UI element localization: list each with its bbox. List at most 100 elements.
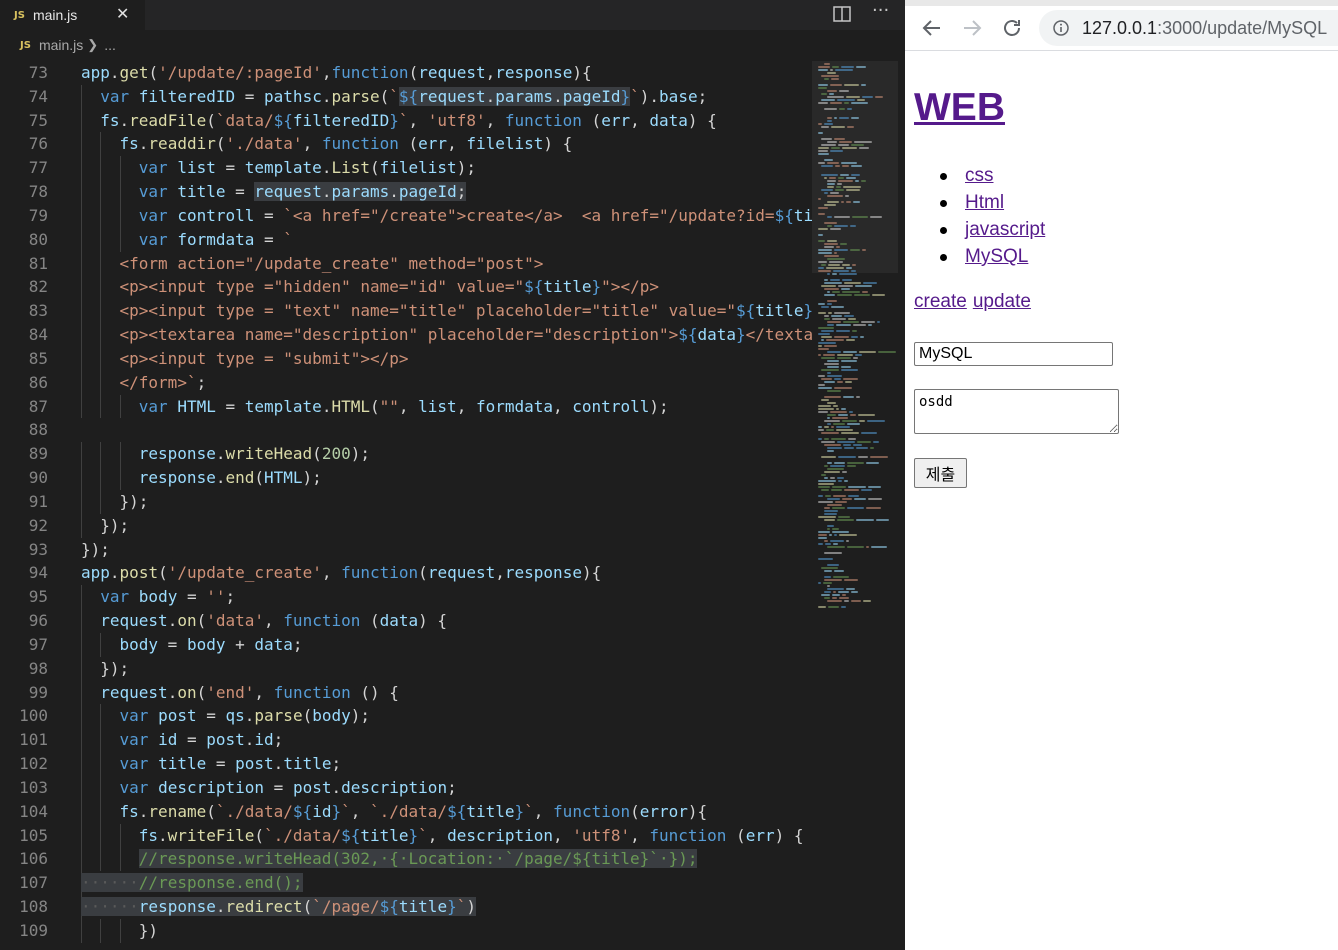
minimap-line	[842, 471, 847, 473]
topic-link-javascript[interactable]: javascript	[965, 219, 1045, 240]
line-number: 100	[19, 706, 48, 726]
line-number: 103	[19, 777, 48, 797]
indent-guide	[81, 728, 82, 753]
more-actions-icon[interactable]: ···	[872, 0, 889, 21]
breadcrumb-file[interactable]: main.js	[39, 37, 83, 53]
code-line[interactable]: 95 var body = '';	[0, 585, 812, 610]
indent-guide	[81, 275, 82, 300]
code-area[interactable]: 73 app.get('/update/:pageId',function(req…	[0, 61, 812, 950]
code-line[interactable]: 81 <form action="/update_create" method="…	[0, 251, 812, 276]
minimap-line	[824, 591, 831, 593]
code-line[interactable]: 101 var id = post.id;	[0, 728, 812, 753]
minimap-line	[836, 324, 851, 326]
indent-guide	[100, 775, 102, 800]
description-textarea[interactable]: osdd	[914, 389, 1119, 434]
submit-button[interactable]: 제출	[914, 458, 967, 488]
indent-guide	[100, 489, 102, 514]
code-line[interactable]: 90 response.end(HTML);	[0, 466, 812, 490]
title-input[interactable]	[914, 342, 1113, 366]
code-line[interactable]: 96 request.on('data', function (data) {	[0, 609, 812, 633]
code-line[interactable]: 85 <p><input type = "submit"></p>	[0, 346, 812, 371]
code-line[interactable]: 87 var HTML = template.HTML("", list, for…	[0, 394, 812, 419]
indent-guide	[119, 442, 121, 467]
code-line[interactable]: 98});	[0, 656, 812, 681]
code-line[interactable]: 84 <p><textarea name="description" placeh…	[0, 323, 812, 347]
code-line[interactable]: 99 request.on('end', function () {	[0, 680, 812, 705]
address-bar[interactable]: 127.0.0.1:3000/update/MySQL	[1039, 10, 1338, 46]
minimap-line	[831, 489, 842, 491]
code-line[interactable]: 109})	[0, 918, 812, 943]
code-line[interactable]: 74 var filteredID = pathsc.parse(`${reque…	[0, 84, 812, 109]
site-title-link[interactable]: WEB	[914, 85, 1005, 131]
minimap-line	[854, 498, 866, 500]
minimap-line	[841, 366, 851, 368]
minimap-line	[818, 207, 828, 209]
minimap-line	[858, 414, 875, 416]
reload-icon[interactable]	[1000, 16, 1024, 40]
code-line[interactable]: 104 fs.rename(`./data/${id}`, `./data/${t…	[0, 799, 812, 824]
minimap-line	[834, 117, 837, 119]
create-link[interactable]: create	[914, 291, 967, 312]
code-line[interactable]: 82 <p><input type ="hidden" name="id" val…	[0, 275, 812, 300]
indent-guide	[81, 918, 82, 943]
minimap-line	[850, 414, 856, 416]
site-info-icon[interactable]	[1053, 20, 1069, 36]
topic-link-mysql[interactable]: MySQL	[965, 246, 1028, 267]
code-line[interactable]: 105 fs.writeFile(`./data/${title}`, descr…	[0, 823, 812, 848]
code-line[interactable]: 103 var description = post.description;	[0, 775, 812, 800]
forward-arrow-icon[interactable]	[960, 16, 984, 40]
code-line[interactable]: 73 app.get('/update/:pageId',function(req…	[0, 61, 812, 85]
code-line[interactable]: 93});	[0, 538, 812, 562]
code-line[interactable]: 88	[0, 418, 812, 442]
minimap-line	[818, 534, 827, 536]
indent-guide	[100, 323, 102, 347]
line-number: 94	[28, 563, 48, 583]
code-line[interactable]: 78 var title = request.params.pageId;	[0, 180, 812, 204]
line-number: 108	[19, 896, 48, 916]
minimap-line	[837, 381, 843, 383]
minimap-line	[818, 531, 830, 533]
minimap-line	[838, 516, 850, 518]
minimap-line	[824, 222, 837, 224]
close-tab-icon[interactable]: ✕	[116, 4, 129, 23]
minimap-line	[827, 525, 834, 527]
update-link[interactable]: update	[973, 291, 1031, 312]
code-line[interactable]: 100 var post = qs.parse(body);	[0, 704, 812, 729]
code-editor[interactable]: JS main.js ✕ ··· JS main.js ❯ ... 73 app.…	[0, 0, 905, 950]
code-line[interactable]: 108 ······response.redirect(`/page/${titl…	[0, 894, 812, 919]
url-text[interactable]: 127.0.0.1:3000/update/MySQL	[1082, 18, 1327, 39]
code-line[interactable]: 75 fs.readFile(`data/${filteredID}`, 'utf…	[0, 108, 812, 133]
code-line[interactable]: 89 response.writeHead(200);	[0, 442, 812, 467]
code-line[interactable]: 92});	[0, 513, 812, 538]
code-line[interactable]: 83 <p><input type = "text" name="title" p…	[0, 299, 812, 324]
code-line[interactable]: 102 var title = post.title;	[0, 752, 812, 776]
minimap-line	[834, 570, 844, 572]
breadcrumb-symbol[interactable]: ...	[104, 37, 116, 53]
code-line[interactable]: 91});	[0, 489, 812, 514]
minimap-line	[851, 591, 858, 593]
controls: create update	[914, 291, 1037, 313]
code-line[interactable]: 107 ······//response.end();	[0, 871, 812, 895]
code-line[interactable]: 80 var formdata = `	[0, 227, 812, 252]
line-number: 76	[28, 134, 48, 154]
code-line[interactable]: 79 var controll = `<a href="/create">crea…	[0, 203, 812, 228]
code-line[interactable]: 86 </form>`;	[0, 370, 812, 395]
minimap-line	[818, 150, 828, 152]
code-line[interactable]: 94 app.post('/update_create', function(re…	[0, 561, 812, 585]
back-arrow-icon[interactable]	[920, 16, 944, 40]
minimap-line	[837, 477, 844, 479]
code-line[interactable]: 76 fs.readdir('./data', function (err, fi…	[0, 132, 812, 157]
minimap-line	[851, 600, 861, 602]
minimap[interactable]	[812, 61, 898, 950]
editor-scrollbar[interactable]	[898, 61, 905, 950]
minimap-line	[855, 354, 862, 356]
tab-main-js[interactable]: JS main.js ✕	[0, 0, 145, 30]
topic-link-css[interactable]: css	[965, 165, 994, 186]
minimap-line	[837, 357, 851, 359]
code-line[interactable]: 106 //response.writeHead(302,·{·Location:…	[0, 847, 812, 872]
code-line[interactable]: 77 var list = template.List(filelist);	[0, 156, 812, 181]
minimap-line	[824, 63, 830, 65]
code-line[interactable]: 97 body = body + data;	[0, 632, 812, 657]
topic-link-html[interactable]: Html	[965, 192, 1004, 213]
split-editor-icon[interactable]	[833, 6, 851, 22]
